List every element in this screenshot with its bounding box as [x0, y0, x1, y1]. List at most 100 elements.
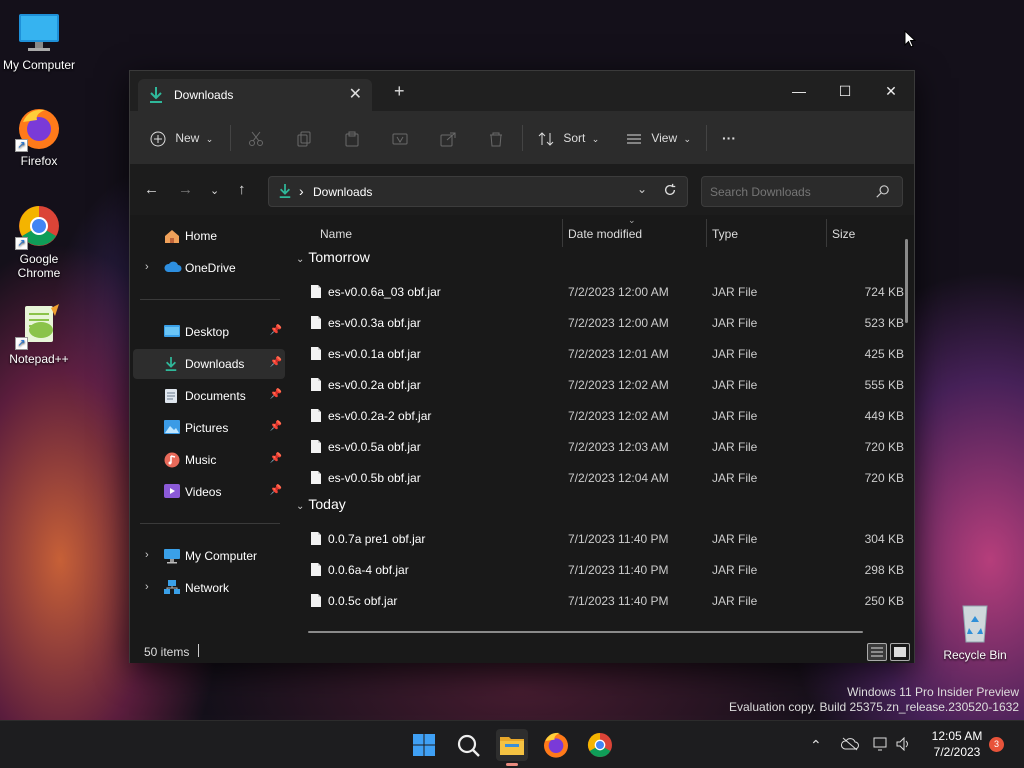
sidebar-item-network[interactable]: › Network: [133, 573, 285, 603]
details-view-button[interactable]: [867, 643, 887, 661]
recent-locations-button[interactable]: ⌄: [210, 183, 219, 199]
shortcut-arrow-icon: ↗: [15, 237, 28, 250]
paste-button[interactable]: [344, 126, 360, 150]
file-icon: [310, 562, 322, 580]
title-bar[interactable]: Downloads ✕ + — ☐ ✕: [130, 71, 914, 111]
up-button[interactable]: ↑: [238, 182, 246, 198]
sidebar-item-home[interactable]: Home: [133, 221, 285, 251]
windows-start-icon[interactable]: [408, 729, 440, 761]
close-window-button[interactable]: ✕: [868, 77, 914, 105]
close-tab-button[interactable]: ✕: [349, 84, 362, 104]
share-button[interactable]: [440, 126, 456, 150]
column-header-type[interactable]: Type: [712, 227, 738, 241]
table-row[interactable]: 0.0.6a-4 obf.jar 7/1/2023 11:40 PM JAR Fil…: [294, 555, 904, 585]
tab-downloads[interactable]: Downloads ✕: [138, 79, 372, 111]
vertical-scrollbar[interactable]: [905, 239, 908, 323]
shortcut-arrow-icon: ↗: [15, 337, 28, 350]
group-header[interactable]: ⌄ Today: [296, 496, 346, 512]
sidebar-item-label: Videos: [185, 485, 222, 499]
chevron-down-icon[interactable]: ⌄: [637, 182, 647, 196]
chevron-right-icon[interactable]: ›: [145, 581, 149, 593]
monitor-icon: [164, 548, 180, 567]
column-divider[interactable]: [826, 219, 827, 247]
table-row[interactable]: 0.0.7a pre1 obf.jar 7/1/2023 11:40 PM JAR …: [294, 524, 904, 554]
sort-button[interactable]: Sort ⌄: [538, 126, 599, 150]
refresh-icon[interactable]: [663, 183, 677, 200]
sidebar-item-desktop[interactable]: Desktop 📌: [133, 317, 285, 347]
desktop-icon-firefox[interactable]: ↗ Firefox: [0, 104, 78, 168]
chrome-icon[interactable]: [584, 729, 616, 761]
table-row[interactable]: es-v0.0.1a obf.jar 7/2/2023 12:01 AM JAR F…: [294, 339, 904, 369]
firefox-icon[interactable]: [540, 729, 572, 761]
sidebar-item-pictures[interactable]: Pictures 📌: [133, 413, 285, 443]
group-label: Today: [308, 496, 346, 512]
column-divider[interactable]: [562, 219, 563, 247]
sidebar-item-my-computer[interactable]: › My Computer: [133, 541, 285, 571]
file-name: es-v0.0.2a-2 obf.jar: [328, 409, 432, 423]
table-row[interactable]: es-v0.0.2a-2 obf.jar 7/2/2023 12:02 AM JAR…: [294, 401, 904, 431]
firefox-icon: ↗: [15, 104, 63, 152]
file-icon: [310, 439, 322, 457]
minimize-button[interactable]: —: [776, 77, 822, 105]
column-header-size[interactable]: Size: [832, 227, 855, 241]
address-bar[interactable]: › Downloads ⌄: [268, 176, 688, 207]
table-row[interactable]: es-v0.0.6a_03 obf.jar 7/2/2023 12:00 AM JA…: [294, 277, 904, 307]
sidebar-item-videos[interactable]: Videos 📌: [133, 477, 285, 507]
cut-button[interactable]: [248, 126, 264, 150]
forward-button[interactable]: →: [178, 182, 193, 198]
view-button[interactable]: View ⌄: [626, 126, 691, 150]
file-name: es-v0.0.2a obf.jar: [328, 378, 421, 392]
chevron-right-icon[interactable]: ›: [145, 549, 149, 561]
copy-button[interactable]: [296, 126, 312, 150]
back-button[interactable]: ←: [144, 182, 159, 198]
file-icon: [310, 531, 322, 549]
clipboard-icon: [344, 131, 360, 147]
file-size: 523 KB: [864, 316, 904, 330]
sort-icon: [538, 131, 554, 146]
search-input[interactable]: [701, 176, 903, 207]
desktop-icon-chrome[interactable]: ↗ Google Chrome: [0, 202, 78, 280]
table-row[interactable]: es-v0.0.3a obf.jar 7/2/2023 12:00 AM JAR F…: [294, 308, 904, 338]
notification-badge[interactable]: 3: [989, 737, 1004, 752]
sidebar-item-music[interactable]: Music 📌: [133, 445, 285, 475]
sidebar-item-downloads[interactable]: Downloads 📌: [133, 349, 285, 379]
delete-button[interactable]: [488, 126, 504, 150]
desktop-icon-recycle-bin[interactable]: Recycle Bin: [936, 598, 1014, 662]
desktop-icon-my-computer[interactable]: My Computer: [0, 8, 78, 72]
sidebar-item-onedrive[interactable]: › OneDrive: [133, 253, 285, 283]
more-options-button[interactable]: ···: [722, 126, 736, 150]
search-icon: [876, 185, 889, 201]
sidebar-item-label: Documents: [185, 389, 246, 403]
desktop-folder-icon: [164, 324, 180, 341]
path-downloads[interactable]: Downloads: [313, 185, 372, 199]
maximize-button[interactable]: ☐: [822, 77, 868, 105]
tiles-view-button[interactable]: [890, 643, 910, 661]
group-label: Tomorrow: [308, 249, 370, 265]
table-row[interactable]: es-v0.0.5b obf.jar 7/2/2023 12:04 AM JAR F…: [294, 463, 904, 493]
network-status-icon[interactable]: [873, 737, 889, 754]
new-tab-button[interactable]: +: [394, 82, 405, 100]
file-explorer-icon[interactable]: [496, 729, 528, 766]
table-row[interactable]: es-v0.0.5a obf.jar 7/2/2023 12:03 AM JAR F…: [294, 432, 904, 462]
chevron-right-icon[interactable]: ›: [145, 261, 149, 273]
volume-icon[interactable]: [896, 736, 912, 754]
desktop-icon-notepadpp[interactable]: ↗ Notepad++: [0, 302, 78, 366]
search-icon[interactable]: [452, 729, 484, 761]
navigation-pane: Home › OneDrive Desktop 📌 Downloads 📌 Do…: [130, 215, 288, 635]
new-button[interactable]: New ⌄: [150, 126, 213, 150]
column-divider[interactable]: [706, 219, 707, 247]
sidebar-item-documents[interactable]: Documents 📌: [133, 381, 285, 411]
table-row[interactable]: 0.0.5c obf.jar 7/1/2023 11:40 PM JAR File 2…: [294, 586, 904, 616]
file-icon: [310, 346, 322, 364]
network-icon: [164, 580, 180, 599]
group-header[interactable]: ⌄ Tomorrow: [296, 249, 370, 265]
cloud-offline-icon[interactable]: [841, 737, 859, 754]
column-header-name[interactable]: Name: [320, 227, 352, 241]
shortcut-arrow-icon: ↗: [15, 139, 28, 152]
clock[interactable]: 12:05 AM 7/2/2023: [922, 728, 992, 760]
rename-button[interactable]: [392, 126, 408, 150]
table-row[interactable]: es-v0.0.2a obf.jar 7/2/2023 12:02 AM JAR F…: [294, 370, 904, 400]
column-header-date[interactable]: Date modified: [568, 227, 642, 241]
chevron-up-icon[interactable]: ⌃: [810, 737, 822, 754]
horizontal-scrollbar[interactable]: [308, 631, 863, 633]
